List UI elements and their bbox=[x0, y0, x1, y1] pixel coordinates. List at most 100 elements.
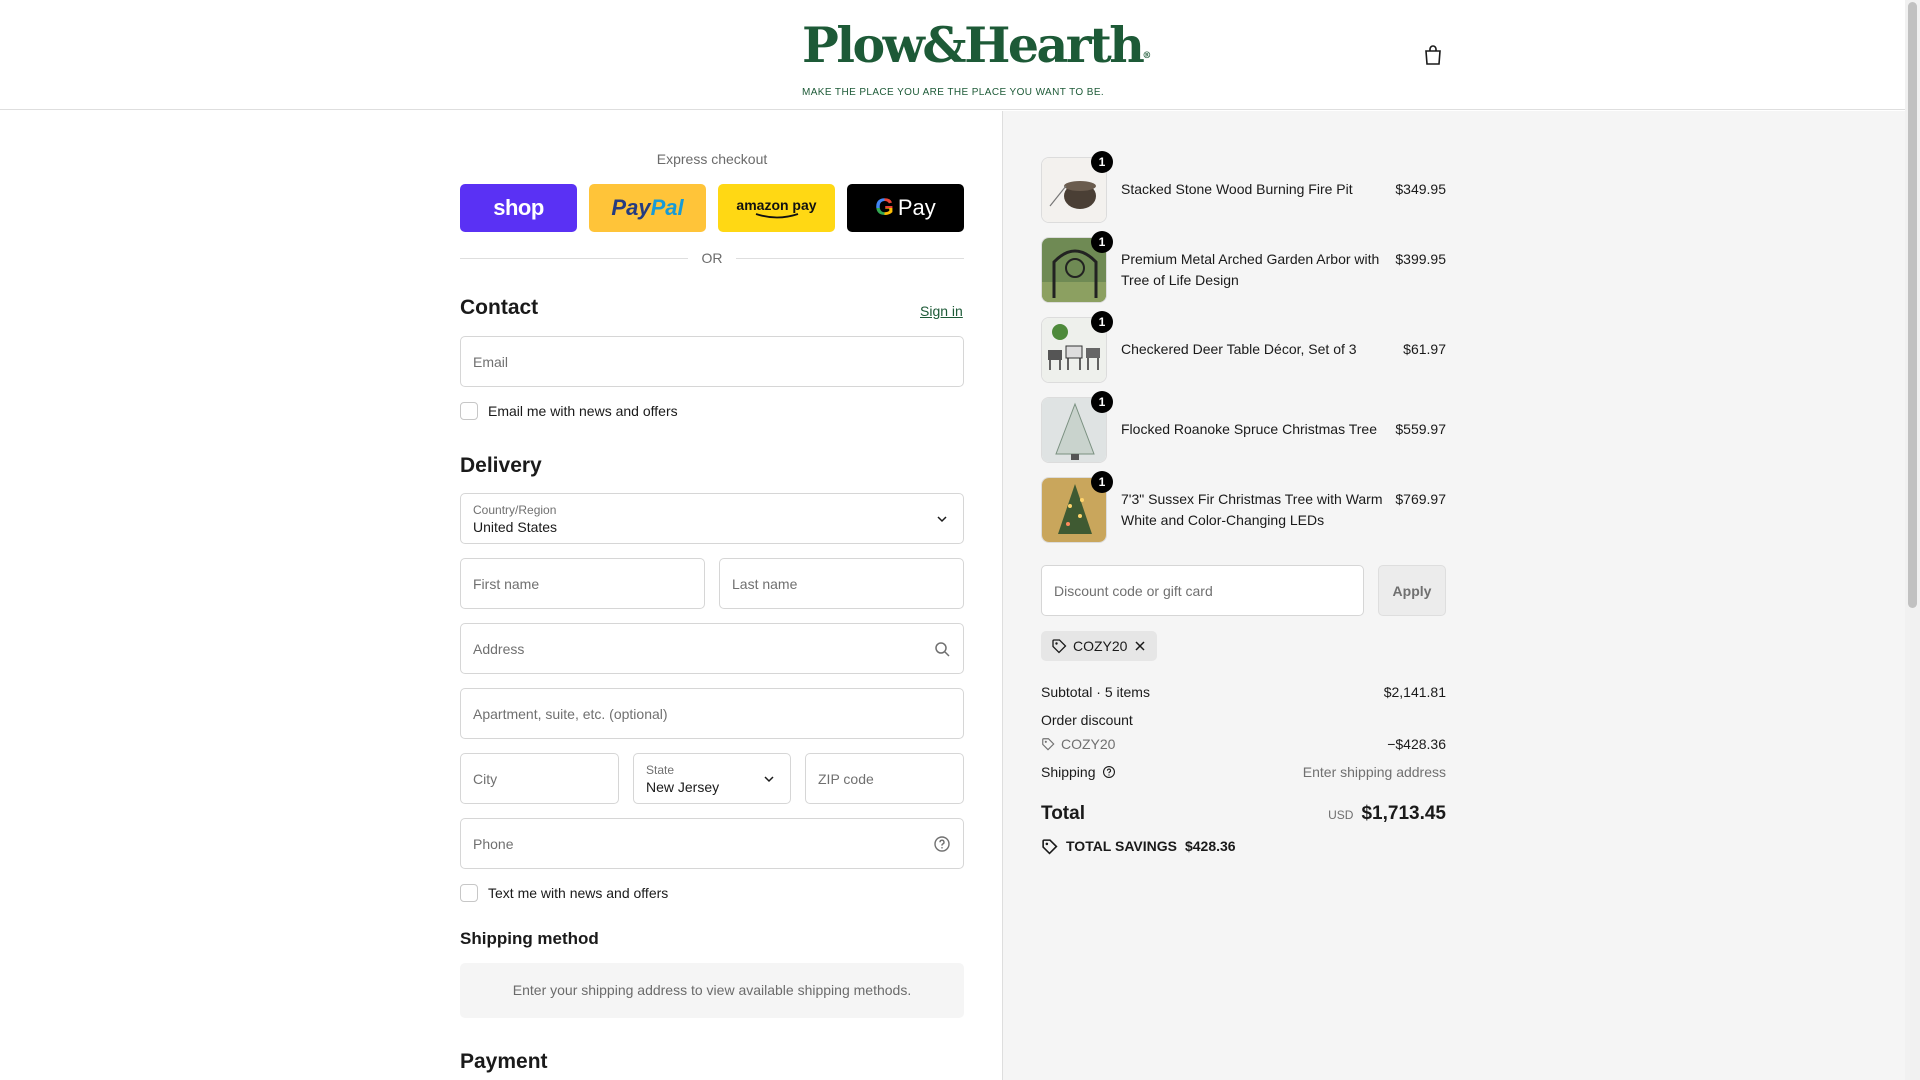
search-icon bbox=[935, 642, 950, 657]
shipping-label: Shipping bbox=[1041, 764, 1096, 780]
express-checkout-buttons: shop Pay Pal amazon pay G Pay bbox=[460, 184, 964, 232]
checkout-form-column: Express checkout shop Pay Pal amazon pay … bbox=[0, 111, 1002, 1080]
cart-item: 1 Flocked Roanoke Spruce Christmas Tree … bbox=[1041, 391, 1446, 463]
total-savings-value: $428.36 bbox=[1184, 838, 1236, 854]
text-offers-checkbox[interactable] bbox=[460, 884, 478, 902]
item-price: $399.95 bbox=[1395, 251, 1446, 267]
item-name: Checkered Deer Table Décor, Set of 3 bbox=[1121, 341, 1357, 357]
state-label: State bbox=[646, 763, 675, 777]
city-placeholder: City bbox=[473, 771, 498, 787]
or-divider: OR bbox=[460, 248, 964, 268]
cart-item: 1 Stacked Stone Wood Burning Fire Pit $3… bbox=[1041, 151, 1446, 223]
order-summary-column: 1 Stacked Stone Wood Burning Fire Pit $3… bbox=[1002, 111, 1905, 1080]
email-offers-checkbox[interactable] bbox=[460, 402, 478, 420]
phone-field[interactable]: Phone bbox=[460, 818, 964, 869]
shipping-method-heading: Shipping method bbox=[460, 929, 599, 948]
amazon-pay-button[interactable]: amazon pay bbox=[718, 184, 835, 232]
quantity-badge: 1 bbox=[1091, 471, 1113, 493]
discount-code-line: COZY20 bbox=[1041, 734, 1115, 754]
shop-pay-logo: shop bbox=[493, 195, 544, 220]
city-field[interactable]: City bbox=[460, 753, 619, 804]
shipping-label-wrap: Shipping bbox=[1041, 762, 1116, 782]
total-savings-row: TOTAL SAVINGS $428.36 bbox=[1041, 836, 1446, 856]
logo-tagline: MAKE THE PLACE YOU ARE THE PLACE YOU WAN… bbox=[802, 87, 1105, 98]
cart-item: 1 Checkered Deer Table Décor, Set of 3 $… bbox=[1041, 311, 1446, 383]
email-offers-row: Email me with news and offers bbox=[460, 402, 678, 420]
item-name: 7'3" Sussex Fir Christmas Tree with Warm… bbox=[1121, 491, 1383, 528]
amazon-smile-icon bbox=[755, 213, 798, 219]
last-name-field[interactable]: Last name bbox=[719, 558, 964, 609]
express-checkout-label: Express checkout bbox=[656, 151, 768, 167]
total-amount: USD $1,713.45 bbox=[1328, 800, 1446, 829]
shopping-bag-icon[interactable] bbox=[1421, 43, 1445, 67]
first-name-field[interactable]: First name bbox=[460, 558, 705, 609]
close-icon[interactable] bbox=[1133, 639, 1147, 653]
state-value: New Jersey bbox=[646, 779, 720, 795]
phone-placeholder: Phone bbox=[473, 836, 514, 852]
country-label: Country/Region bbox=[473, 503, 557, 517]
help-circle-icon[interactable] bbox=[1102, 765, 1116, 779]
total-savings-label: TOTAL SAVINGS bbox=[1066, 838, 1177, 854]
scrollbar-thumb[interactable] bbox=[1908, 2, 1917, 608]
order-discount-row: Order discount bbox=[1041, 710, 1446, 730]
subtotal-label: Subtotal · 5 items bbox=[1041, 684, 1150, 700]
chevron-down-icon bbox=[937, 516, 947, 523]
item-price: $769.97 bbox=[1395, 491, 1446, 507]
paypal-button[interactable]: Pay Pal bbox=[589, 184, 706, 232]
apartment-placeholder: Apartment, suite, etc. (optional) bbox=[473, 706, 668, 722]
applied-discount-code: COZY20 bbox=[1073, 638, 1128, 654]
address-field[interactable]: Address bbox=[460, 623, 964, 674]
shipping-value: Enter shipping address bbox=[1302, 764, 1446, 780]
shipping-row: Shipping Enter shipping address bbox=[1041, 762, 1446, 782]
item-name: Premium Metal Arched Garden Arbor with T… bbox=[1121, 251, 1380, 288]
discount-code-row: COZY20 −$428.36 bbox=[1041, 734, 1446, 754]
plow-hearth-logo[interactable]: Plow&Hearth® MAKE THE PLACE YOU ARE THE … bbox=[802, 20, 1151, 98]
zip-field[interactable]: ZIP code bbox=[805, 753, 964, 804]
quantity-badge: 1 bbox=[1091, 151, 1113, 173]
chevron-down-icon bbox=[764, 776, 774, 783]
divider-line-right bbox=[736, 258, 964, 259]
last-name-placeholder: Last name bbox=[732, 576, 798, 592]
quantity-badge: 1 bbox=[1091, 391, 1113, 413]
discount-code-input[interactable]: Discount code or gift card bbox=[1041, 565, 1364, 616]
country-select[interactable]: Country/Region United States bbox=[460, 493, 964, 544]
apartment-field[interactable]: Apartment, suite, etc. (optional) bbox=[460, 688, 964, 739]
email-field[interactable]: Email bbox=[460, 336, 964, 387]
delivery-heading: Delivery bbox=[460, 454, 542, 477]
apply-discount-button[interactable]: Apply bbox=[1378, 565, 1446, 616]
google-pay-button[interactable]: G Pay bbox=[847, 184, 964, 232]
text-offers-row: Text me with news and offers bbox=[460, 884, 668, 902]
cart-item: 1 7'3" Sussex Fir Christmas Tree with Wa… bbox=[1041, 471, 1446, 543]
help-circle-icon[interactable] bbox=[933, 835, 951, 853]
country-value: United States bbox=[473, 519, 558, 535]
amazon-pay-logo: amazon pay bbox=[736, 197, 817, 213]
google-pay-label: Pay bbox=[897, 195, 936, 220]
paypal-logo-part1: Pay bbox=[611, 195, 651, 220]
shop-pay-button[interactable]: shop bbox=[460, 184, 577, 232]
cart-item: 1 Premium Metal Arched Garden Arbor with… bbox=[1041, 231, 1446, 303]
address-placeholder: Address bbox=[473, 641, 525, 657]
subtotal-row: Subtotal · 5 items $2,141.81 bbox=[1041, 682, 1446, 702]
subtotal-value: $2,141.81 bbox=[1383, 684, 1446, 700]
tag-icon bbox=[1042, 838, 1058, 855]
text-offers-label: Text me with news and offers bbox=[488, 885, 669, 901]
site-header: Plow&Hearth® MAKE THE PLACE YOU ARE THE … bbox=[0, 0, 1905, 110]
discount-code-name: COZY20 bbox=[1061, 736, 1116, 752]
item-price: $349.95 bbox=[1395, 181, 1446, 197]
discount-value: −$428.36 bbox=[1387, 736, 1446, 752]
item-price: $61.97 bbox=[1403, 341, 1446, 357]
quantity-badge: 1 bbox=[1091, 231, 1113, 253]
applied-discount-tag: COZY20 bbox=[1041, 631, 1158, 661]
quantity-badge: 1 bbox=[1091, 311, 1113, 333]
state-select[interactable]: State New Jersey bbox=[633, 753, 791, 804]
page-scrollbar[interactable] bbox=[1905, 0, 1920, 1080]
item-name: Stacked Stone Wood Burning Fire Pit bbox=[1121, 181, 1353, 197]
shipping-method-notice: Enter your shipping address to view avai… bbox=[460, 963, 964, 1018]
sign-in-link[interactable]: Sign in bbox=[920, 303, 963, 319]
tag-icon bbox=[1042, 738, 1055, 751]
total-savings: TOTAL SAVINGS $428.36 bbox=[1041, 836, 1236, 856]
payment-heading: Payment bbox=[460, 1050, 548, 1073]
paypal-logo-part2: Pal bbox=[650, 195, 684, 220]
currency-code: USD bbox=[1328, 808, 1354, 822]
email-placeholder: Email bbox=[473, 354, 509, 370]
